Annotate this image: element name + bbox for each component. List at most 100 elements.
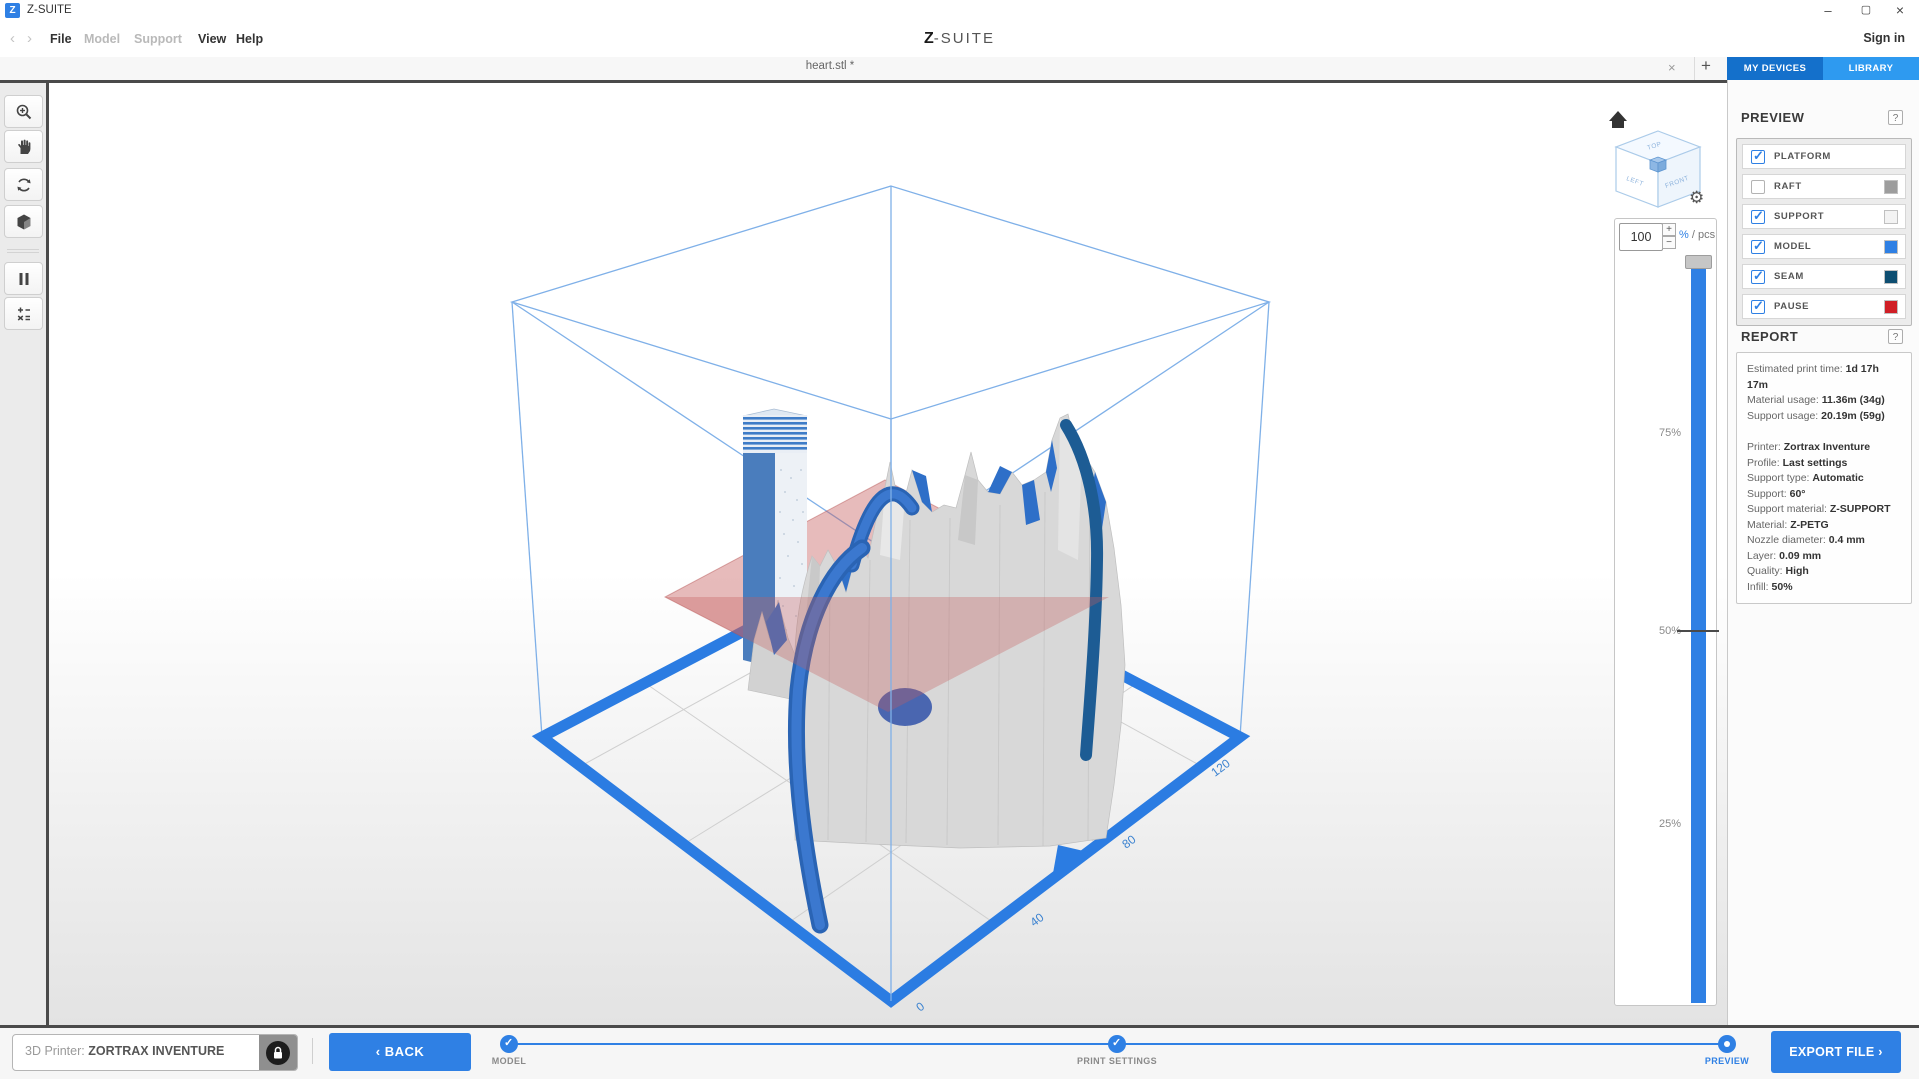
zoom-tool-button[interactable] [4,95,43,128]
layer-label: SEAM [1774,271,1804,282]
menu-bar: ‹ › File Model Support View Help Z-SUITE… [0,22,1919,58]
magnifier-plus-icon [16,104,31,119]
window-title: Z-SUITE [27,4,72,16]
raft-color-swatch[interactable] [1884,179,1898,194]
view-mode-button[interactable] [4,205,43,238]
view-cube-corner [1648,156,1668,173]
nav-back-icon[interactable]: ‹ [10,30,15,47]
nav-forward-icon[interactable]: › [27,30,32,47]
printer-selector[interactable]: 3D Printer: ZORTRAX INVENTURE [12,1034,298,1071]
z-suite-window: Z Z-SUITE – ▢ × ‹ › File Model Support V… [0,0,1919,1079]
scale-input[interactable]: 100 [1619,223,1663,251]
axis-label: 40 [1027,910,1046,929]
tab-library[interactable]: LIBRARY [1823,57,1919,80]
scale-decrement-button[interactable]: − [1662,236,1676,249]
layer-row-pause[interactable]: PAUSE [1742,294,1906,319]
step-print-settings[interactable] [1108,1035,1126,1053]
menu-help[interactable]: Help [236,32,263,46]
seam-checkbox[interactable] [1751,268,1765,284]
minimize-icon[interactable]: – [1813,0,1843,21]
window-titlebar: Z Z-SUITE – ▢ × [0,0,1919,23]
model-color-swatch[interactable] [1884,239,1898,254]
close-icon[interactable]: × [1885,0,1915,21]
report-line: Estimated print time: 1d 17h 17m [1747,363,1879,391]
new-tab-button[interactable]: + [1701,56,1711,76]
menu-view[interactable]: View [198,32,226,46]
report-line: Quality: High [1747,565,1809,577]
printer-lock-button[interactable] [259,1035,297,1070]
bottom-bar: 3D Printer: ZORTRAX INVENTURE ‹ BACK MOD… [0,1028,1919,1079]
layer-slider-handle[interactable] [1685,255,1712,269]
report-line: Nozzle diameter: 0.4 mm [1747,534,1865,546]
zsuite-logo: Z-SUITE [0,30,1919,48]
layer-label: RAFT [1774,181,1802,192]
layer-label: MODEL [1774,241,1812,252]
layer-visibility-group: PLATFORM RAFT SUPPORT MODEL SEAM [1736,138,1912,326]
support-checkbox[interactable] [1751,208,1765,224]
scale-increment-button[interactable]: + [1662,223,1676,236]
step-print-settings-label: PRINT SETTINGS [1076,1056,1158,1066]
slider-25-label: 25% [1658,818,1681,830]
menu-support[interactable]: Support [134,32,182,46]
tab-separator [1694,57,1695,80]
slider-75-label: 75% [1658,427,1681,439]
3d-viewport[interactable]: 0 40 80 120 TOP LEFT FRONT ⚙ 100 + − % /… [49,83,1727,1025]
toolbar-separator [7,249,39,250]
support-color-swatch[interactable] [1884,209,1898,224]
menu-file[interactable]: File [50,32,72,46]
report-line: Printer: Zortrax Inventure [1747,441,1871,453]
seam-color-swatch[interactable] [1884,269,1898,284]
step-model[interactable] [500,1035,518,1053]
rotate-arrows-icon [16,178,31,191]
raft-checkbox[interactable] [1751,179,1765,194]
3d-scene: 0 40 80 120 TOP LEFT FRONT [509,111,1702,1014]
logo-rest: -SUITE [933,30,995,47]
viewport-toolbar [0,83,49,1025]
report-line: Support material: Z-SUPPORT [1747,503,1891,515]
report-line: Support: 60° [1747,487,1806,500]
cube-icon [17,214,30,229]
bottom-bar-divider [312,1038,313,1064]
report-settings: Printer: Zortrax Inventure Profile: Last… [1747,440,1911,595]
home-icon[interactable] [1609,111,1627,128]
maximize-icon[interactable]: ▢ [1851,0,1881,21]
layer-label: SUPPORT [1774,211,1825,222]
pan-tool-button[interactable] [4,130,43,163]
math-operations-icon [17,307,30,321]
tab-close-icon[interactable]: × [1668,60,1676,75]
pause-layer-button[interactable] [4,262,43,295]
preview-help-button[interactable]: ? [1888,110,1903,125]
preview-section-title: PREVIEW [1741,110,1805,125]
pause-icon [19,272,28,285]
layer-settings-button[interactable] [4,297,43,330]
layer-row-model[interactable]: MODEL [1742,234,1906,259]
pause-layer-marker[interactable] [1677,630,1719,632]
report-section-title: REPORT [1741,329,1799,344]
app-icon: Z [5,3,20,18]
view-cube[interactable]: TOP LEFT FRONT [1614,130,1702,208]
report-help-button[interactable]: ? [1888,329,1903,344]
layer-row-raft[interactable]: RAFT [1742,174,1906,199]
model-checkbox[interactable] [1751,238,1765,254]
layer-label: PAUSE [1774,301,1810,312]
axis-label: 80 [1119,832,1138,851]
percent-sign: % [1679,229,1689,241]
pause-checkbox[interactable] [1751,298,1765,314]
rotate-tool-button[interactable] [4,168,43,201]
layer-row-seam[interactable]: SEAM [1742,264,1906,289]
tab-my-devices[interactable]: MY DEVICES [1727,57,1823,80]
step-preview[interactable] [1718,1035,1736,1053]
layer-slider-track[interactable] [1691,268,1706,1003]
export-file-button[interactable]: EXPORT FILE › [1771,1031,1901,1073]
document-tab[interactable]: heart.stl * [0,60,1660,72]
preview-panel: PREVIEW ? PLATFORM RAFT SUPPORT MODEL [1727,80,1919,1025]
menu-model[interactable]: Model [84,32,120,46]
report-line: Material usage: 11.36m (34g) [1747,394,1885,406]
sign-in-link[interactable]: Sign in [1863,31,1905,45]
pause-color-swatch[interactable] [1884,299,1898,314]
gear-icon[interactable]: ⚙ [1689,188,1704,208]
platform-checkbox[interactable] [1751,148,1765,164]
layer-slider-panel: 100 + − % / pcs 75% 50% 25% [1614,218,1719,1006]
layer-row-support[interactable]: SUPPORT [1742,204,1906,229]
layer-row-platform[interactable]: PLATFORM [1742,144,1906,169]
